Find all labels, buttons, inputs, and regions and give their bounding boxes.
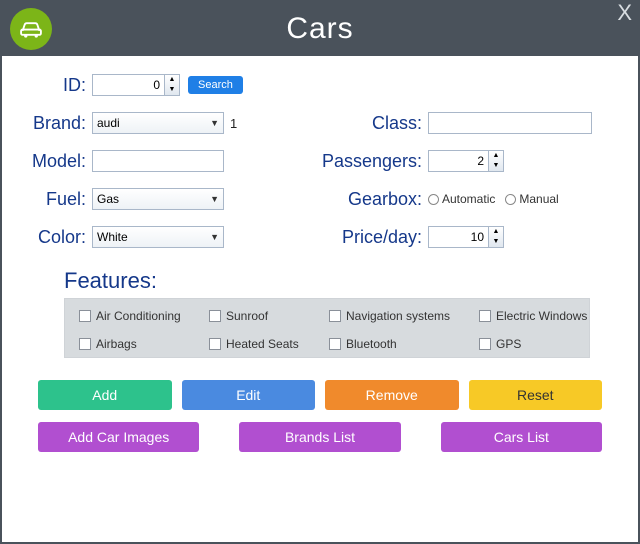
gearbox-manual-radio[interactable]: Manual [505,192,558,206]
page-title: Cars [2,12,638,46]
color-select[interactable]: White ▼ [92,226,224,248]
cars-list-button[interactable]: Cars List [441,422,602,452]
brand-row: Brand: audi ▼ 1 [30,108,310,138]
brands-list-button[interactable]: Brands List [239,422,400,452]
feature-ewin-checkbox[interactable]: Electric Windows [479,309,619,323]
brand-select[interactable]: audi ▼ [92,112,224,134]
feature-airbags-checkbox[interactable]: Airbags [79,337,209,351]
class-row: Class: [320,108,610,138]
cars-window: Cars X ID: ▲▼ Search Brand: audi ▼ [0,0,640,544]
passengers-label: Passengers: [320,151,428,172]
price-spinner[interactable]: ▲▼ [488,226,504,248]
id-row: ID: ▲▼ Search [30,70,310,100]
gearbox-automatic-radio[interactable]: Automatic [428,192,495,206]
fuel-label: Fuel: [30,189,92,210]
feature-nav-checkbox[interactable]: Navigation systems [329,309,479,323]
edit-button[interactable]: Edit [182,380,316,410]
brand-label: Brand: [30,113,92,134]
feature-bt-checkbox[interactable]: Bluetooth [329,337,479,351]
class-label: Class: [320,113,428,134]
features-heading: Features: [64,268,610,294]
feature-sunroof-checkbox[interactable]: Sunroof [209,309,329,323]
close-button[interactable]: X [617,0,632,26]
reset-button[interactable]: Reset [469,380,603,410]
price-label: Price/day: [320,227,428,248]
chevron-down-icon: ▼ [210,232,219,242]
gearbox-row: Gearbox: Automatic Manual [320,184,610,214]
passengers-row: Passengers: ▲▼ [320,146,610,176]
model-row: Model: [30,146,310,176]
class-field[interactable] [428,112,592,134]
fuel-select[interactable]: Gas ▼ [92,188,224,210]
feature-heated-checkbox[interactable]: Heated Seats [209,337,329,351]
id-spinner[interactable]: ▲▼ [164,74,180,96]
passengers-field[interactable] [428,150,488,172]
add-button[interactable]: Add [38,380,172,410]
id-label: ID: [30,75,92,96]
price-row: Price/day: ▲▼ [320,222,610,252]
gearbox-label: Gearbox: [320,189,428,210]
fuel-row: Fuel: Gas ▼ [30,184,310,214]
passengers-spinner[interactable]: ▲▼ [488,150,504,172]
feature-gps-checkbox[interactable]: GPS [479,337,619,351]
brand-count: 1 [230,116,237,131]
color-row: Color: White ▼ [30,222,310,252]
feature-ac-checkbox[interactable]: Air Conditioning [79,309,209,323]
features-panel: Air Conditioning Sunroof Navigation syst… [64,298,590,358]
search-button[interactable]: Search [188,76,243,94]
price-field[interactable] [428,226,488,248]
id-field[interactable] [92,74,164,96]
model-field[interactable] [92,150,224,172]
chevron-down-icon: ▼ [210,194,219,204]
chevron-down-icon: ▼ [210,118,219,128]
window-header: Cars X [2,2,638,56]
color-label: Color: [30,227,92,248]
add-car-images-button[interactable]: Add Car Images [38,422,199,452]
model-label: Model: [30,151,92,172]
remove-button[interactable]: Remove [325,380,459,410]
